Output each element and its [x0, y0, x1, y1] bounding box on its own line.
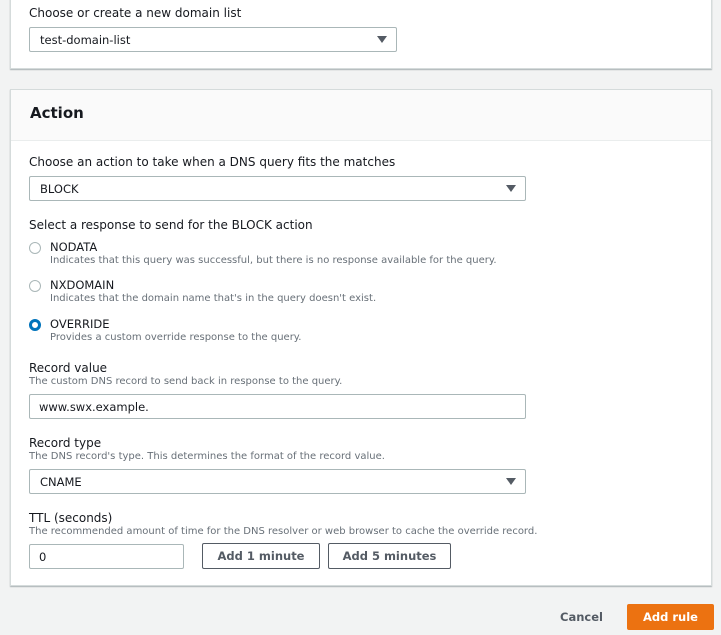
radio-button-checked-icon[interactable]	[29, 319, 41, 331]
radio-button-icon[interactable]	[29, 280, 41, 292]
action-header: Action	[11, 90, 711, 141]
record-value-description: The custom DNS record to send back in re…	[29, 376, 343, 387]
ttl-label: TTL (seconds)	[29, 511, 113, 525]
radio-override-description: Provides a custom override response to t…	[50, 332, 302, 343]
radio-nodata[interactable]: NODATA Indicates that this query was suc…	[29, 240, 529, 270]
ttl-input[interactable]: 0	[29, 544, 184, 569]
radio-nxdomain-description: Indicates that the domain name that's in…	[50, 293, 377, 304]
domain-list-label: Choose or create a new domain list	[29, 6, 242, 20]
radio-nxdomain-label: NXDOMAIN	[50, 278, 115, 292]
add-rule-button[interactable]: Add rule	[627, 604, 714, 630]
radio-nodata-description: Indicates that this query was successful…	[50, 255, 497, 266]
record-type-label: Record type	[29, 436, 102, 450]
record-value-input[interactable]: www.swx.example.	[29, 394, 526, 419]
ttl-value: 0	[39, 550, 47, 564]
domain-list-selected: test-domain-list	[40, 33, 131, 47]
caret-down-icon	[377, 36, 387, 43]
domain-list-select[interactable]: test-domain-list	[29, 27, 397, 52]
action-select[interactable]: BLOCK	[29, 176, 526, 201]
action-title: Action	[30, 104, 84, 122]
domain-list-panel: Choose or create a new domain list test-…	[10, 0, 712, 69]
add-1-minute-button[interactable]: Add 1 minute	[202, 543, 320, 569]
caret-down-icon	[506, 478, 516, 485]
add-5-minutes-button[interactable]: Add 5 minutes	[328, 543, 451, 569]
cancel-button[interactable]: Cancel	[560, 610, 603, 624]
record-value-text: www.swx.example.	[39, 400, 149, 414]
record-type-selected: CNAME	[40, 475, 82, 489]
radio-override[interactable]: OVERRIDE Provides a custom override resp…	[29, 317, 529, 347]
ttl-description: The recommended amount of time for the D…	[29, 526, 538, 537]
radio-nodata-label: NODATA	[50, 240, 98, 254]
caret-down-icon	[506, 185, 516, 192]
radio-button-icon[interactable]	[29, 242, 41, 254]
response-label: Select a response to send for the BLOCK …	[29, 218, 313, 232]
choose-action-label: Choose an action to take when a DNS quer…	[29, 155, 396, 169]
record-value-label: Record value	[29, 361, 108, 375]
radio-nxdomain[interactable]: NXDOMAIN Indicates that the domain name …	[29, 278, 529, 308]
action-panel: Action Choose an action to take when a D…	[10, 89, 712, 586]
record-type-description: The DNS record's type. This determines t…	[29, 451, 385, 462]
radio-override-label: OVERRIDE	[50, 317, 110, 331]
action-selected: BLOCK	[40, 182, 79, 196]
record-type-select[interactable]: CNAME	[29, 469, 526, 494]
